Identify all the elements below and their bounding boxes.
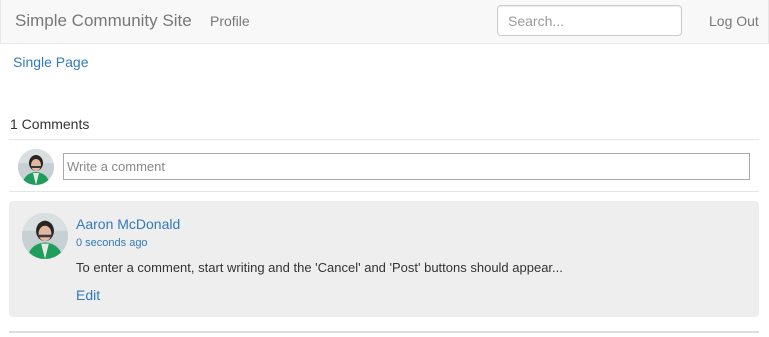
comments-count: 1 Comments (10, 116, 90, 132)
divider (9, 191, 759, 192)
user-avatar-icon (18, 149, 54, 185)
comment-timestamp-link[interactable]: 0 seconds ago (76, 236, 148, 250)
user-avatar-icon (22, 213, 68, 259)
single-page-link[interactable]: Single Page (13, 53, 89, 71)
logout-link[interactable]: Log Out (709, 12, 759, 30)
avatar-image (22, 213, 68, 259)
brand-link[interactable]: Simple Community Site (15, 10, 192, 32)
divider (9, 331, 759, 333)
comment-author-link[interactable]: Aaron McDonald (76, 215, 180, 233)
avatar-image (18, 149, 54, 185)
search-input[interactable] (497, 5, 682, 36)
nav-profile-link[interactable]: Profile (210, 12, 250, 30)
divider (9, 139, 759, 140)
comment-text: To enter a comment, start writing and th… (76, 260, 563, 275)
edit-comment-link[interactable]: Edit (76, 286, 100, 304)
top-navbar: Simple Community Site Profile Log Out (0, 0, 769, 44)
comment-input[interactable] (63, 153, 750, 180)
